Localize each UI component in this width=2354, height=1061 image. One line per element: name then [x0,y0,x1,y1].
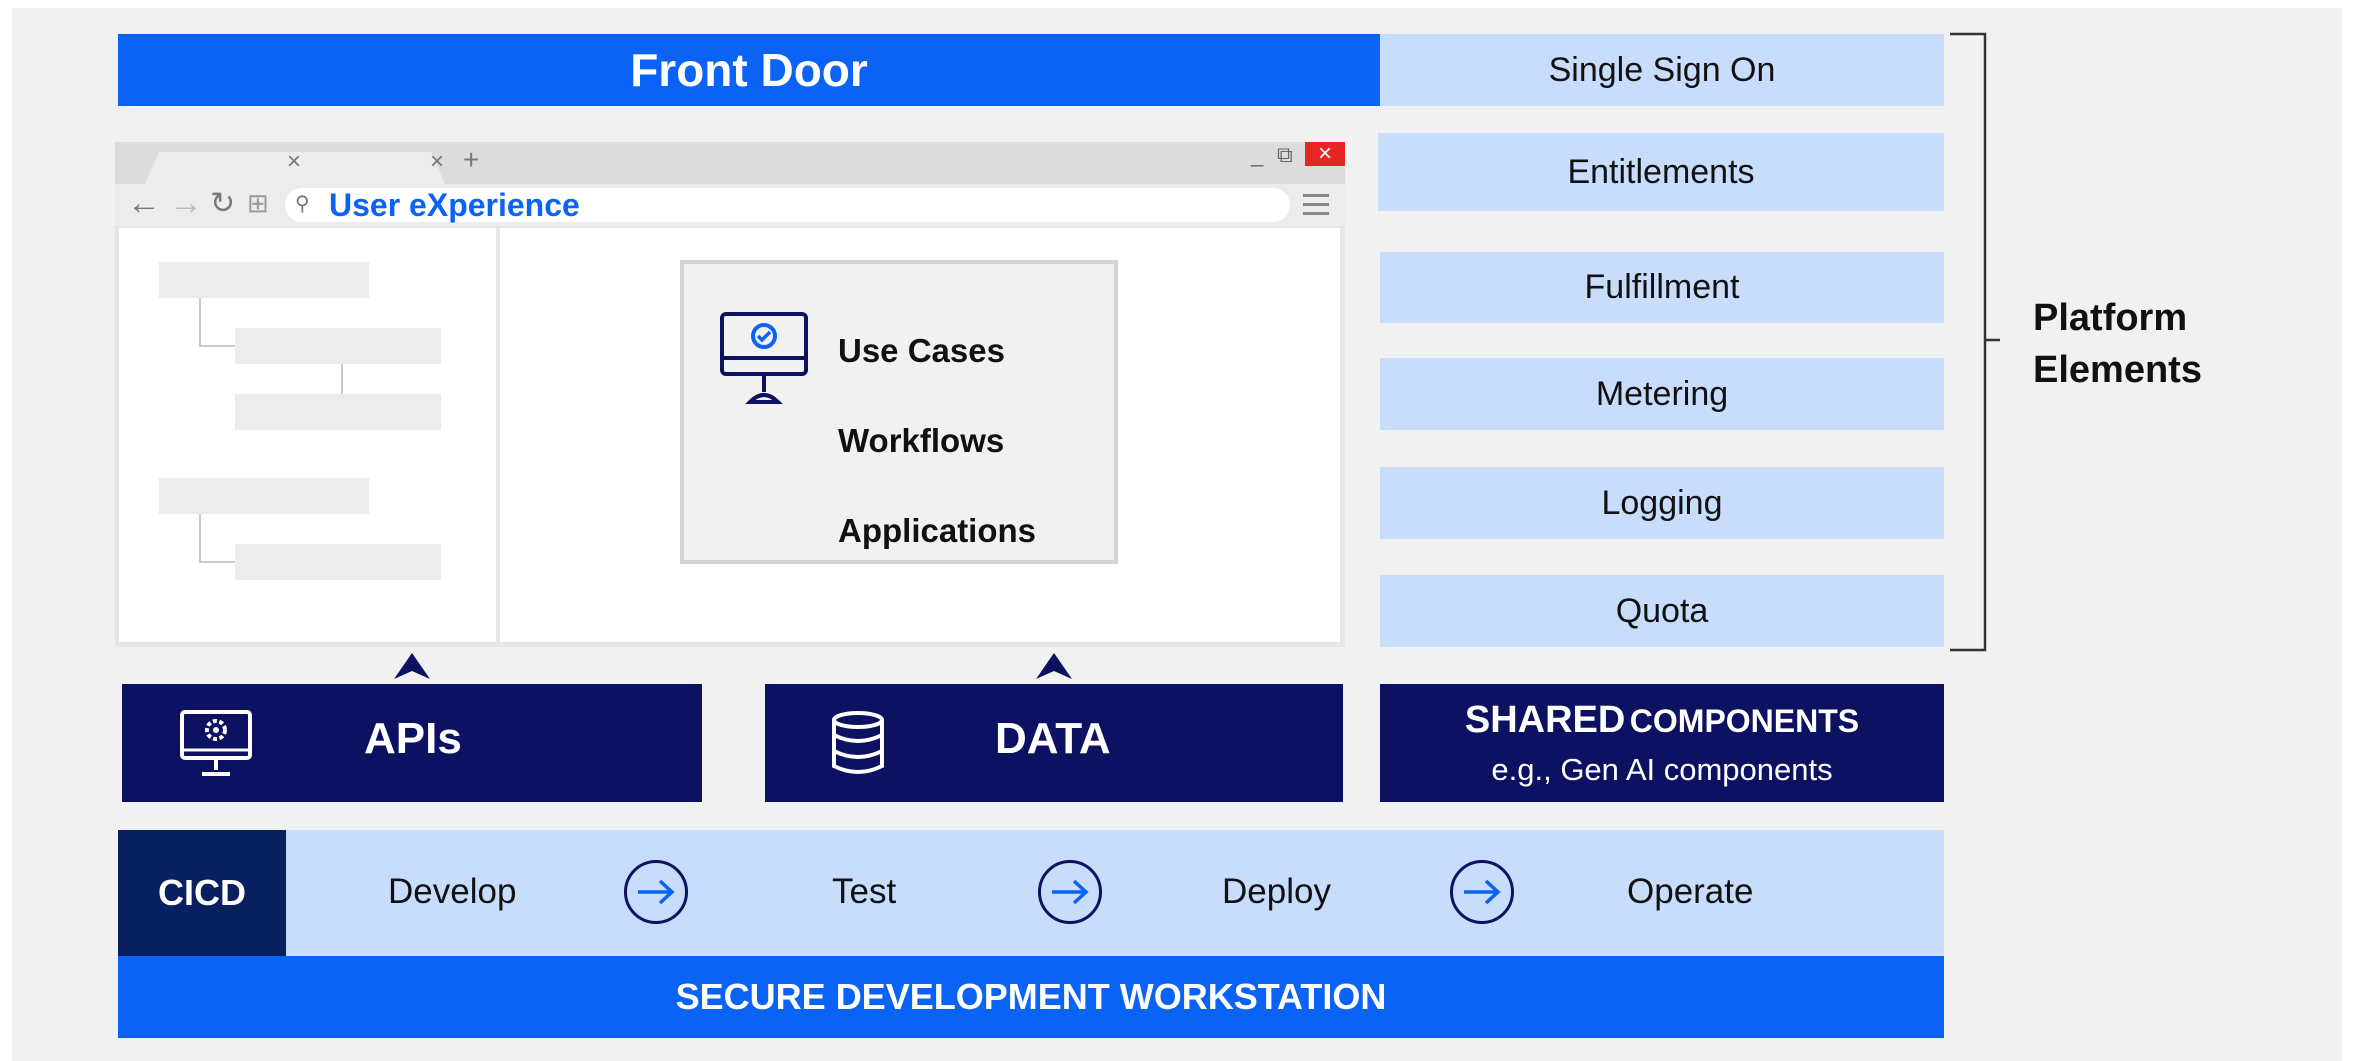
cicd-label-box: CICD [118,830,286,956]
data-block: DATA [765,684,1343,802]
placeholder-block [235,328,441,364]
front-door-label: Front Door [630,44,868,96]
menu-icon[interactable] [1303,194,1329,215]
reload-icon[interactable]: ↻ [210,186,235,221]
tree-connector [341,364,343,394]
platform-element-label: Fulfillment [1584,268,1740,306]
platform-element-label: Logging [1601,483,1723,522]
platform-element-label: Metering [1595,374,1729,413]
browser-nav-bar: ← → ↻ ⊞ ⚲ User eXperience [115,184,1345,226]
restore-icon[interactable]: ⧉ [1277,142,1293,168]
cicd-label: CICD [158,872,246,913]
secure-workstation-label: SECURE DEVELOPMENT WORKSTATION [675,976,1387,1017]
browser-tab-bar: × × + _ ⧉ × [115,140,1345,184]
monitor-gear-icon [180,710,252,776]
platform-element-label: Quota [1615,591,1709,630]
shared-components-block: SHARED COMPONENTS e.g., Gen AI component… [1380,684,1944,802]
back-icon[interactable]: ← [127,184,161,223]
platform-label-line2: Elements [2033,349,2202,391]
use-case-item: Use Cases [838,332,1005,369]
data-label: DATA [995,714,1111,763]
cicd-step: Operate [1627,872,1754,911]
tree-connector [199,514,201,562]
front-door-bar: Front Door [118,34,1380,106]
browser-main-content: Use Cases Workflows Applications [500,228,1340,642]
up-arrow-icon [1036,653,1072,679]
cicd-step: Deploy [1222,872,1331,911]
secure-workstation-bar: SECURE DEVELOPMENT WORKSTATION [118,956,1944,1038]
platform-element-label: Single Sign On [1548,50,1776,89]
placeholder-block [159,262,369,298]
arrow-right-circle-icon [1038,860,1102,924]
shared-subtitle: e.g., Gen AI components [1491,752,1833,787]
platform-element-label: Entitlements [1567,152,1755,191]
browser-window: × × + _ ⧉ × ← → ↻ ⊞ ⚲ User eXperience Us… [115,140,1345,647]
tab-close-icon[interactable]: × [287,148,301,176]
shared-title-rest: COMPONENTS [1629,703,1860,739]
forward-icon[interactable]: → [169,184,203,223]
platform-element-entitlements: Entitlements [1378,133,1944,211]
address-text: User eXperience [329,187,580,223]
placeholder-block [235,394,441,430]
placeholder-block [235,544,441,580]
new-tab-icon[interactable]: + [463,144,479,176]
apps-grid-icon[interactable]: ⊞ [247,188,269,219]
cicd-step: Test [832,872,897,911]
platform-element-fulfillment: Fulfillment [1380,252,1944,323]
placeholder-block [159,478,369,514]
platform-element-logging: Logging [1380,467,1944,539]
use-case-list: Use Cases Workflows Applications [838,306,1036,576]
arrow-right-circle-icon [1450,860,1514,924]
platform-elements-label: Platform Elements [2033,292,2202,396]
search-icon: ⚲ [295,193,310,215]
cicd-step: Develop [388,872,517,911]
tree-connector [199,298,201,346]
minimize-icon[interactable]: _ [1251,142,1263,168]
up-arrow-icon [394,653,430,679]
shared-title-bold: SHARED [1464,699,1626,741]
database-icon [832,711,884,774]
tab-close-icon[interactable]: × [430,148,444,176]
platform-element-metering: Metering [1380,358,1944,430]
close-icon[interactable]: × [1305,140,1345,167]
arrow-right-circle-icon [624,860,688,924]
browser-sidebar [119,228,496,642]
use-case-item: Applications [838,512,1037,549]
platform-elements-bracket [1950,32,2000,652]
platform-element-sso: Single Sign On [1380,34,1944,106]
apis-block: APIs [122,684,702,802]
platform-element-quota: Quota [1380,575,1944,647]
platform-label-line1: Platform [2033,297,2188,339]
apis-label: APIs [364,714,462,763]
use-case-panel: Use Cases Workflows Applications [680,260,1118,564]
address-bar[interactable]: ⚲ User eXperience [285,188,1290,222]
use-case-item: Workflows [838,422,1005,459]
monitor-check-icon [720,312,808,404]
cicd-row: CICD Develop Test Deploy Operate [118,830,1944,956]
